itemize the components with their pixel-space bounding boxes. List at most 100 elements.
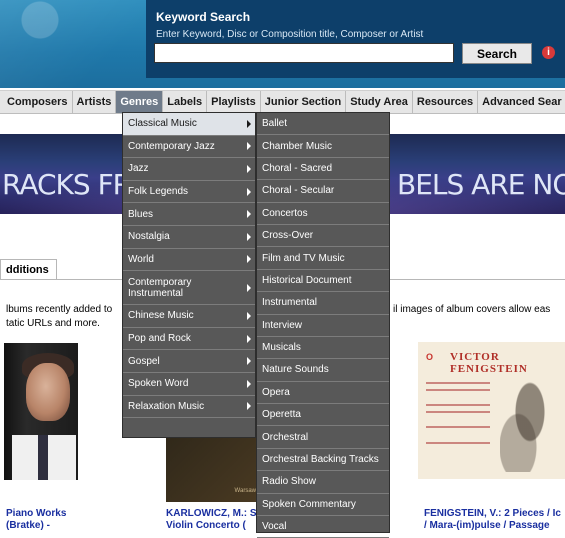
submenu-arrow-icon xyxy=(247,334,251,343)
cover-portrait-face xyxy=(26,363,70,421)
cover-portrait-tie xyxy=(38,435,48,480)
classical-film-and-tv-music[interactable]: Film and TV Music xyxy=(257,247,389,270)
submenu-arrow-icon xyxy=(247,255,251,264)
description-line-1-right: il images of album covers allow eas xyxy=(393,304,551,315)
cover-3-logo: O xyxy=(426,352,434,362)
album-1-title[interactable]: Piano Works xyxy=(6,508,66,520)
keyword-search-title: Keyword Search xyxy=(156,10,251,24)
album-2-subtitle[interactable]: Violin Concerto ( xyxy=(166,520,246,532)
cover-3-illustration xyxy=(500,372,560,472)
cover-3-text-line xyxy=(426,382,490,384)
classical-nature-sounds[interactable]: Nature Sounds xyxy=(257,359,389,382)
menu-item-label: World xyxy=(128,253,154,265)
menu-item-label: Contemporary Instrumental xyxy=(128,276,192,299)
submenu-arrow-icon xyxy=(247,357,251,366)
keyword-search-panel: Keyword Search Enter Keyword, Disc or Co… xyxy=(146,0,565,78)
genre-world[interactable]: World xyxy=(123,249,255,272)
search-button[interactable]: Search xyxy=(462,43,532,64)
genre-relaxation-music[interactable]: Relaxation Music xyxy=(123,396,255,419)
album-3-subtitle[interactable]: / Mara-(im)pulse / Passage xyxy=(424,520,550,532)
nav-artists[interactable]: Artists xyxy=(73,91,117,113)
menu-item-label: Nostalgia xyxy=(128,231,170,243)
genre-gospel[interactable]: Gospel xyxy=(123,350,255,373)
submenu-arrow-icon xyxy=(247,187,251,196)
album-2-title[interactable]: KARLOWICZ, M.: S xyxy=(166,508,257,520)
tab-new-additions[interactable]: dditions xyxy=(0,259,57,279)
classical-choral-secular[interactable]: Choral - Secular xyxy=(257,180,389,203)
menu-item-label: Blues xyxy=(128,208,154,220)
album-cover-3[interactable]: O VICTOR FENIGSTEIN xyxy=(418,342,565,479)
classical-radio-show[interactable]: Radio Show xyxy=(257,471,389,494)
nav-composers[interactable]: Composers xyxy=(0,91,73,113)
classical-music-submenu: Ballet Chamber Music Choral - Sacred Cho… xyxy=(256,112,390,538)
menu-item-label: Folk Legends xyxy=(128,186,189,198)
menu-item-label: Contemporary Jazz xyxy=(128,140,215,152)
genre-blues[interactable]: Blues xyxy=(123,203,255,226)
submenu-arrow-icon xyxy=(247,283,251,292)
classical-concertos[interactable]: Concertos xyxy=(257,203,389,225)
description-line-1-left: lbums recently added to xyxy=(6,304,113,315)
classical-opera[interactable]: Opera xyxy=(257,382,389,405)
genre-spoken-word[interactable]: Spoken Word xyxy=(123,373,255,396)
keyword-search-input[interactable] xyxy=(154,43,454,63)
cover-3-text-line xyxy=(426,389,490,391)
classical-orchestral-backing-tracks[interactable]: Orchestral Backing Tracks xyxy=(257,449,389,472)
cover-3-text-line xyxy=(426,442,490,444)
genre-jazz[interactable]: Jazz xyxy=(123,158,255,181)
cover-3-text-line xyxy=(426,426,490,428)
cover-3-text-line xyxy=(426,411,490,413)
album-1-subtitle[interactable]: (Bratke) - xyxy=(6,520,50,532)
menu-item-label: Jazz xyxy=(128,163,149,175)
submenu-arrow-icon xyxy=(247,232,251,241)
genre-folk-legends[interactable]: Folk Legends xyxy=(123,181,255,204)
genres-dropdown: Classical Music Contemporary Jazz Jazz F… xyxy=(122,112,256,438)
classical-orchestral[interactable]: Orchestral xyxy=(257,426,389,449)
classical-ballet[interactable]: Ballet xyxy=(257,113,389,136)
submenu-arrow-icon xyxy=(247,402,251,411)
nav-junior-section[interactable]: Junior Section xyxy=(261,91,347,113)
submenu-arrow-icon xyxy=(247,119,251,128)
banner-text-right: BELS ARE NOW A xyxy=(397,168,565,201)
classical-spoken-commentary[interactable]: Spoken Commentary xyxy=(257,494,389,517)
nav-resources[interactable]: Resources xyxy=(413,91,479,113)
cover-3-text-line xyxy=(426,404,490,406)
submenu-arrow-icon xyxy=(247,164,251,173)
classical-operetta[interactable]: Operetta xyxy=(257,404,389,427)
classical-vocal[interactable]: Vocal xyxy=(257,516,389,538)
album-3-title[interactable]: FENIGSTEIN, V.: 2 Pieces / Ic xyxy=(424,508,561,520)
submenu-arrow-icon xyxy=(247,210,251,219)
genre-nostalgia[interactable]: Nostalgia xyxy=(123,226,255,249)
menu-item-label: Gospel xyxy=(128,355,160,367)
classical-musicals[interactable]: Musicals xyxy=(257,337,389,360)
submenu-arrow-icon xyxy=(247,311,251,320)
classical-cross-over[interactable]: Cross-Over xyxy=(257,225,389,248)
classical-chamber-music[interactable]: Chamber Music xyxy=(257,135,389,158)
submenu-arrow-icon xyxy=(247,142,251,151)
nav-study-area[interactable]: Study Area xyxy=(346,91,413,113)
nav-labels[interactable]: Labels xyxy=(163,91,208,113)
genre-contemporary-jazz[interactable]: Contemporary Jazz xyxy=(123,136,255,159)
site-header: Keyword Search Enter Keyword, Disc or Co… xyxy=(0,0,565,88)
genre-pop-and-rock[interactable]: Pop and Rock xyxy=(123,328,255,351)
classical-interview[interactable]: Interview xyxy=(257,315,389,337)
classical-historical-document[interactable]: Historical Document xyxy=(257,270,389,293)
nav-genres[interactable]: Genres xyxy=(116,91,164,113)
classical-choral-sacred[interactable]: Choral - Sacred xyxy=(257,158,389,181)
genre-classical-music[interactable]: Classical Music xyxy=(123,113,255,136)
menu-item-label: Spoken Word xyxy=(128,378,189,390)
genre-chinese-music[interactable]: Chinese Music xyxy=(123,305,255,328)
description-line-2: tatic URLs and more. xyxy=(6,318,100,329)
main-nav: Composers Artists Genres Labels Playlist… xyxy=(0,90,565,114)
keyword-search-hint: Enter Keyword, Disc or Composition title… xyxy=(156,29,424,40)
submenu-arrow-icon xyxy=(247,379,251,388)
genre-contemporary-instrumental[interactable]: Contemporary Instrumental xyxy=(123,271,255,306)
album-cover-1[interactable] xyxy=(4,343,78,480)
menu-item-label: Chinese Music xyxy=(128,310,194,322)
menu-item-label: Relaxation Music xyxy=(128,400,205,412)
nav-advanced-search[interactable]: Advanced Sear xyxy=(478,91,565,113)
info-icon[interactable]: i xyxy=(542,46,555,59)
menu-item-label: Classical Music xyxy=(128,118,197,130)
nav-playlists[interactable]: Playlists xyxy=(207,91,261,113)
header-logo-art xyxy=(0,0,150,88)
classical-instrumental[interactable]: Instrumental xyxy=(257,292,389,315)
